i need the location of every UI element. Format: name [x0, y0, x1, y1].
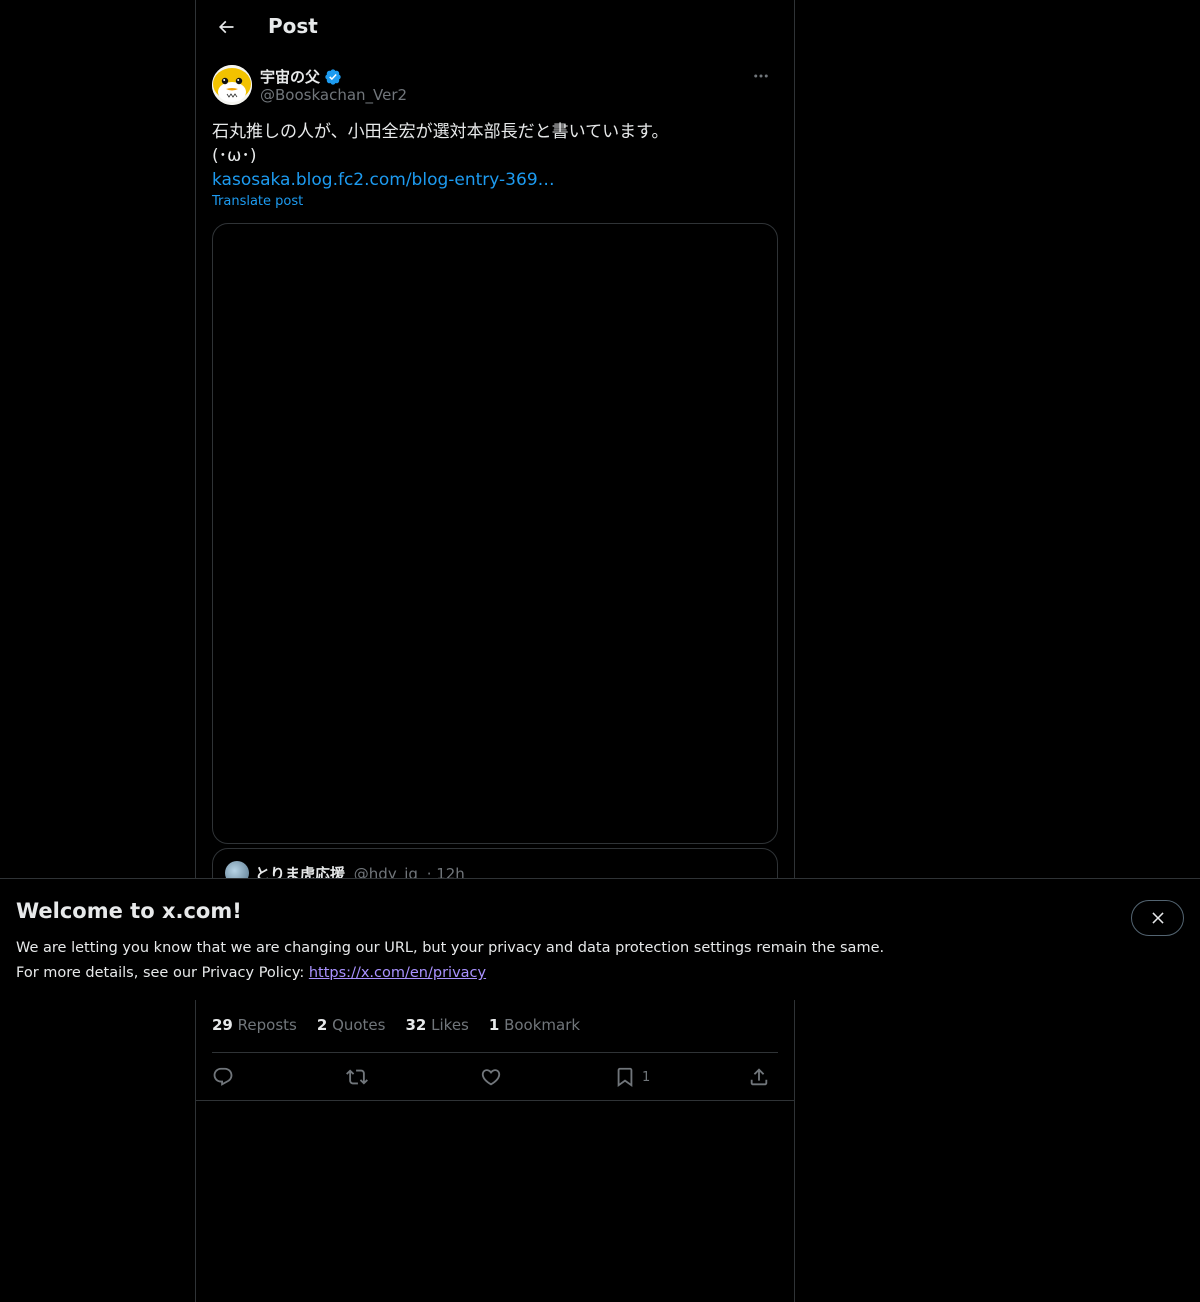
bookmark-icon — [617, 1067, 633, 1088]
post-column: Post 宇宙の父 @Booskachan_Ver2 石丸推しの人が、小田全宏が… — [195, 0, 795, 1302]
banner-close-button[interactable] — [1131, 900, 1184, 936]
reposts-label: Reposts — [237, 1016, 297, 1034]
reposts-stat[interactable]: 29 Reposts — [212, 1016, 297, 1038]
reply-icon — [213, 1067, 233, 1086]
bookmark-button[interactable]: 1 — [614, 1065, 650, 1089]
repost-button[interactable] — [346, 1065, 368, 1089]
avatar-image — [212, 65, 252, 105]
back-button[interactable] — [208, 9, 244, 45]
quotes-count: 2 — [316, 1016, 328, 1034]
display-name[interactable]: 宇宙の父 — [260, 66, 342, 87]
more-icon — [754, 74, 768, 78]
more-button[interactable] — [744, 64, 778, 88]
bookmarks-label: Bookmark — [504, 1016, 581, 1034]
banner-line-2: For more details, see our Privacy Policy… — [16, 965, 309, 981]
post-stats: 29 Reposts 2 Quotes 32 Likes 1 Bookmark — [212, 1016, 778, 1038]
verified-badge-icon — [325, 68, 341, 85]
handle[interactable]: @Booskachan_Ver2 — [260, 86, 407, 104]
translate-post-link[interactable]: Translate post — [212, 194, 303, 209]
likes-count: 32 — [405, 1016, 427, 1034]
share-icon — [750, 1068, 768, 1086]
banner-title: Welcome to x.com! — [16, 899, 242, 923]
like-icon — [481, 1069, 501, 1086]
privacy-policy-link[interactable]: https://x.com/en/privacy — [309, 965, 486, 981]
post-bottom-border — [196, 1100, 794, 1101]
like-button[interactable] — [480, 1065, 502, 1089]
likes-stat[interactable]: 32 Likes — [405, 1016, 468, 1038]
share-button[interactable] — [748, 1065, 770, 1089]
bookmark-count: 1 — [642, 1069, 651, 1085]
back-arrow-icon — [218, 20, 234, 34]
post-text-line-1: 石丸推しの人が、小田全宏が選対本部長だと書いています。 — [212, 122, 669, 142]
bookmarks-count: 1 — [488, 1016, 500, 1034]
action-bar: 1 — [212, 1053, 778, 1101]
repost-icon — [346, 1069, 368, 1085]
welcome-banner: Welcome to x.com! We are letting you kno… — [0, 878, 1200, 1000]
likes-label: Likes — [431, 1016, 469, 1034]
display-name-text: 宇宙の父 — [260, 68, 321, 86]
media-preview[interactable] — [212, 223, 778, 844]
banner-text: We are letting you know that we are chan… — [16, 936, 884, 986]
close-icon — [1151, 912, 1164, 924]
page-header: Post — [196, 0, 794, 54]
post-link[interactable]: kasosaka.blog.fc2.com/blog-entry-369… — [212, 170, 555, 190]
avatar[interactable] — [212, 65, 252, 105]
post-author: 宇宙の父 @Booskachan_Ver2 — [212, 64, 778, 108]
quotes-label: Quotes — [332, 1016, 386, 1034]
page-title: Post — [268, 14, 318, 38]
quotes-stat[interactable]: 2 Quotes — [317, 1016, 386, 1038]
bookmarks-stat[interactable]: 1 Bookmark — [489, 1016, 580, 1038]
reposts-count: 29 — [212, 1016, 233, 1034]
banner-line-1: We are letting you know that we are chan… — [16, 940, 885, 956]
post-text-line-2: (･ω･) — [212, 146, 257, 166]
post-text: 石丸推しの人が、小田全宏が選対本部長だと書いています。 (･ω･) kasosa… — [212, 120, 778, 192]
reply-button[interactable] — [212, 1065, 234, 1089]
